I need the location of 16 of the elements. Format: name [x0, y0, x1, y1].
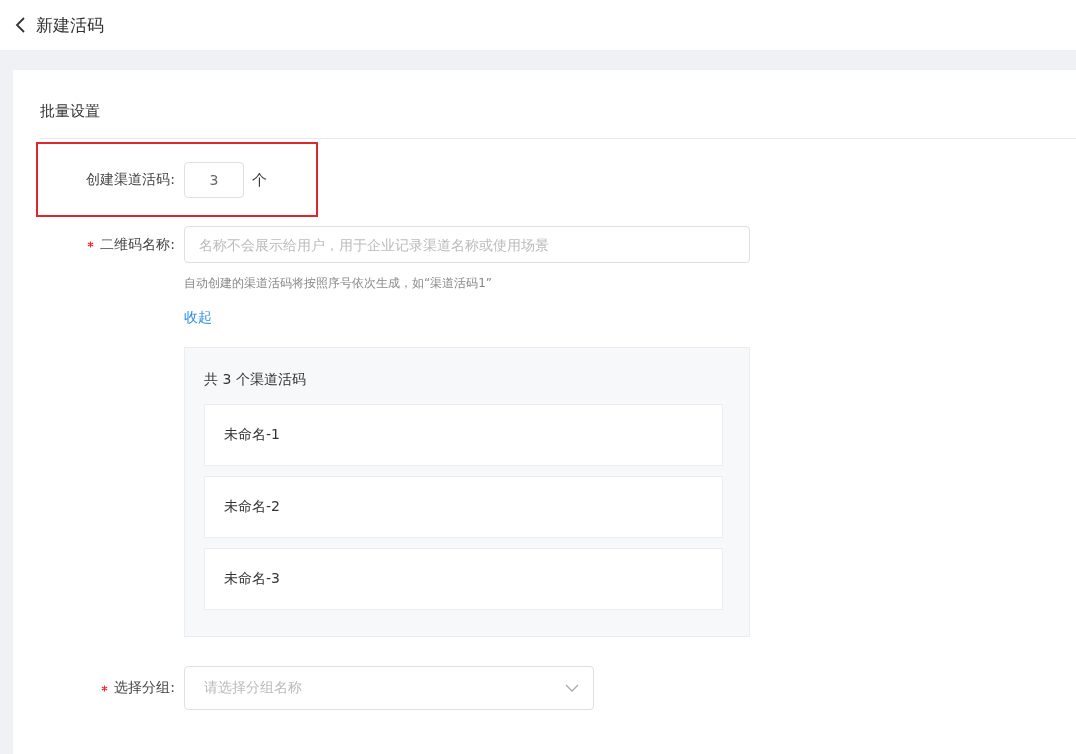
- back-icon: [15, 17, 27, 33]
- field-label: 创建渠道活码:: [86, 171, 175, 189]
- code-item: 未命名-2: [204, 476, 723, 538]
- name-input[interactable]: 名称不会展示给用户，用于企业记录渠道名称或使用场景: [184, 226, 750, 263]
- panel-title: 共 3 个渠道活码: [204, 370, 307, 389]
- section-title: 批量设置: [40, 101, 101, 122]
- collapse-link[interactable]: 收起: [184, 307, 212, 327]
- field-label: 二维码名称:: [100, 235, 175, 254]
- back-button[interactable]: 新建活码: [15, 13, 104, 37]
- count-input[interactable]: 3: [184, 162, 244, 198]
- chevron-down-icon: [565, 684, 579, 692]
- code-item: 未命名-3: [204, 548, 723, 610]
- hint-text: 自动创建的渠道活码将按照序号依次生成，如“渠道活码1”: [184, 275, 494, 292]
- code-item: 未命名-1: [204, 404, 723, 466]
- field-label: 选择分组:: [114, 679, 175, 697]
- unit-label: 个: [252, 170, 267, 190]
